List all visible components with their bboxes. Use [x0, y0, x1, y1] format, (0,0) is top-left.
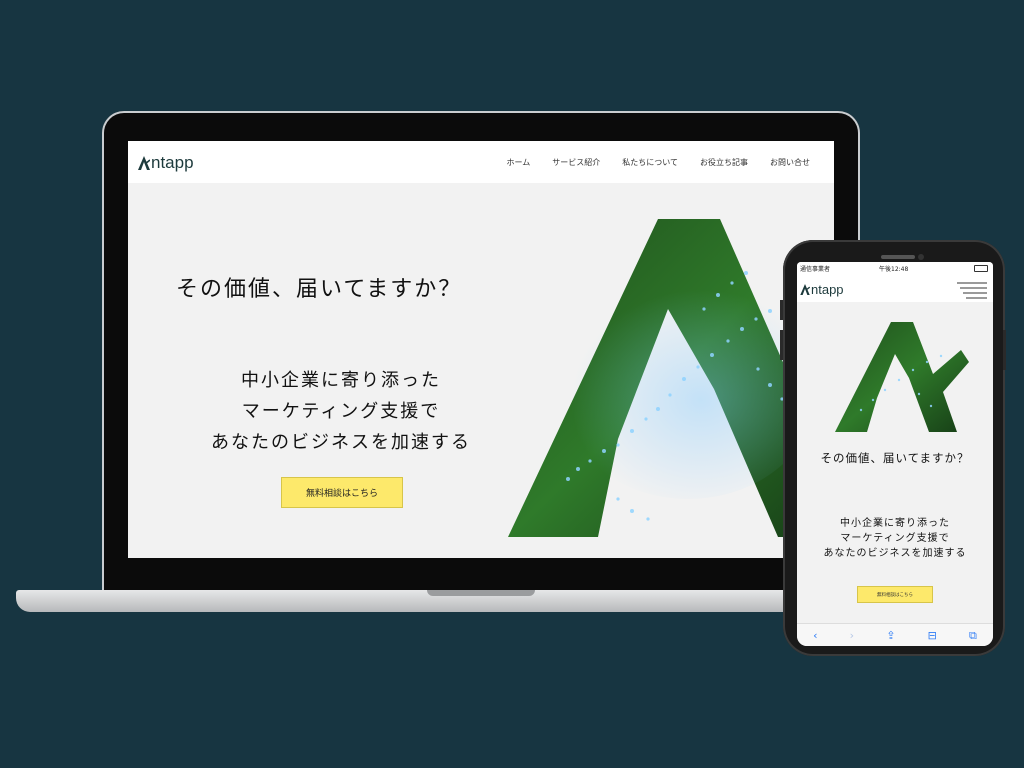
- mobile-hero-subtitle-line: 中小企業に寄り添った: [840, 518, 950, 529]
- desktop-nav: ホーム サービス紹介 私たちについて お役立ち記事 お問い合せ: [506, 157, 810, 168]
- phone-power-button: [1003, 330, 1006, 370]
- hero-subtitle-line: マーケティング支援で: [241, 401, 441, 422]
- desktop-page: ntapp ホーム サービス紹介 私たちについて お役立ち記事 お問い合せ その…: [128, 141, 834, 558]
- desktop-logo-text: ntapp: [151, 153, 194, 172]
- nav-item-about[interactable]: 私たちについて: [622, 157, 678, 168]
- mobile-logo[interactable]: ntapp: [800, 282, 844, 297]
- mobile-header: ntapp: [797, 274, 993, 302]
- free-consultation-button[interactable]: 無料相談はこちら: [281, 477, 403, 508]
- nav-item-contact[interactable]: お問い合せ: [770, 157, 810, 168]
- forward-icon[interactable]: ›: [850, 629, 854, 642]
- phone-speaker: [881, 255, 915, 259]
- battery-icon: [974, 265, 988, 272]
- mobile-hero-subtitle: 中小企業に寄り添った マーケティング支援で あなたのビジネスを加速する: [797, 516, 993, 561]
- hero-subtitle: 中小企業に寄り添った マーケティング支援で あなたのビジネスを加速する: [176, 365, 506, 458]
- phone-volume-button: [780, 330, 783, 360]
- mobile-hero-title: その価値、届いてますか？: [820, 451, 970, 465]
- phone-volume-button: [780, 300, 783, 320]
- hero-title: その価値、届いてますか？: [176, 277, 463, 302]
- clock: 午後12:48: [879, 266, 909, 273]
- mobile-hero-subtitle-line: マーケティング支援で: [840, 533, 950, 544]
- hero-subtitle-line: 中小企業に寄り添った: [241, 370, 441, 391]
- tabs-icon[interactable]: ⧉: [969, 629, 977, 643]
- globe-glow: [558, 279, 818, 499]
- nav-item-services[interactable]: サービス紹介: [552, 157, 600, 168]
- back-icon[interactable]: ‹: [813, 629, 817, 642]
- mobile-free-consultation-button[interactable]: 無料相談はこちら: [857, 586, 933, 603]
- phone-camera: [918, 254, 924, 260]
- hero-subtitle-line: あなたのビジネスを加速する: [211, 432, 471, 453]
- nav-item-home[interactable]: ホーム: [506, 157, 530, 168]
- share-icon[interactable]: ⇪: [886, 629, 895, 642]
- nav-item-articles[interactable]: お役立ち記事: [700, 157, 748, 168]
- carrier-label: 通信事業者: [800, 266, 831, 273]
- mobile-hero-logo-art: [821, 314, 969, 432]
- mobile-hero-subtitle-line: あなたのビジネスを加速する: [823, 548, 967, 559]
- laptop-notch: [427, 590, 535, 596]
- mobile-logo-text: ntapp: [811, 282, 844, 297]
- antapp-logo-icon: [138, 156, 150, 170]
- menu-icon[interactable]: [957, 282, 987, 302]
- antapp-logo-icon: [800, 284, 810, 295]
- browser-toolbar: ‹ › ⇪ ⊟ ⧉: [797, 623, 993, 646]
- bookmarks-icon[interactable]: ⊟: [928, 629, 937, 642]
- desktop-logo[interactable]: ntapp: [138, 153, 194, 173]
- desktop-header: ntapp ホーム サービス紹介 私たちについて お役立ち記事 お問い合せ: [128, 141, 834, 183]
- status-bar: 通信事業者 午後12:48: [797, 262, 993, 274]
- mobile-page: 通信事業者 午後12:48 ntapp その価値、届いてますか？ 中小企業に寄り…: [797, 262, 993, 646]
